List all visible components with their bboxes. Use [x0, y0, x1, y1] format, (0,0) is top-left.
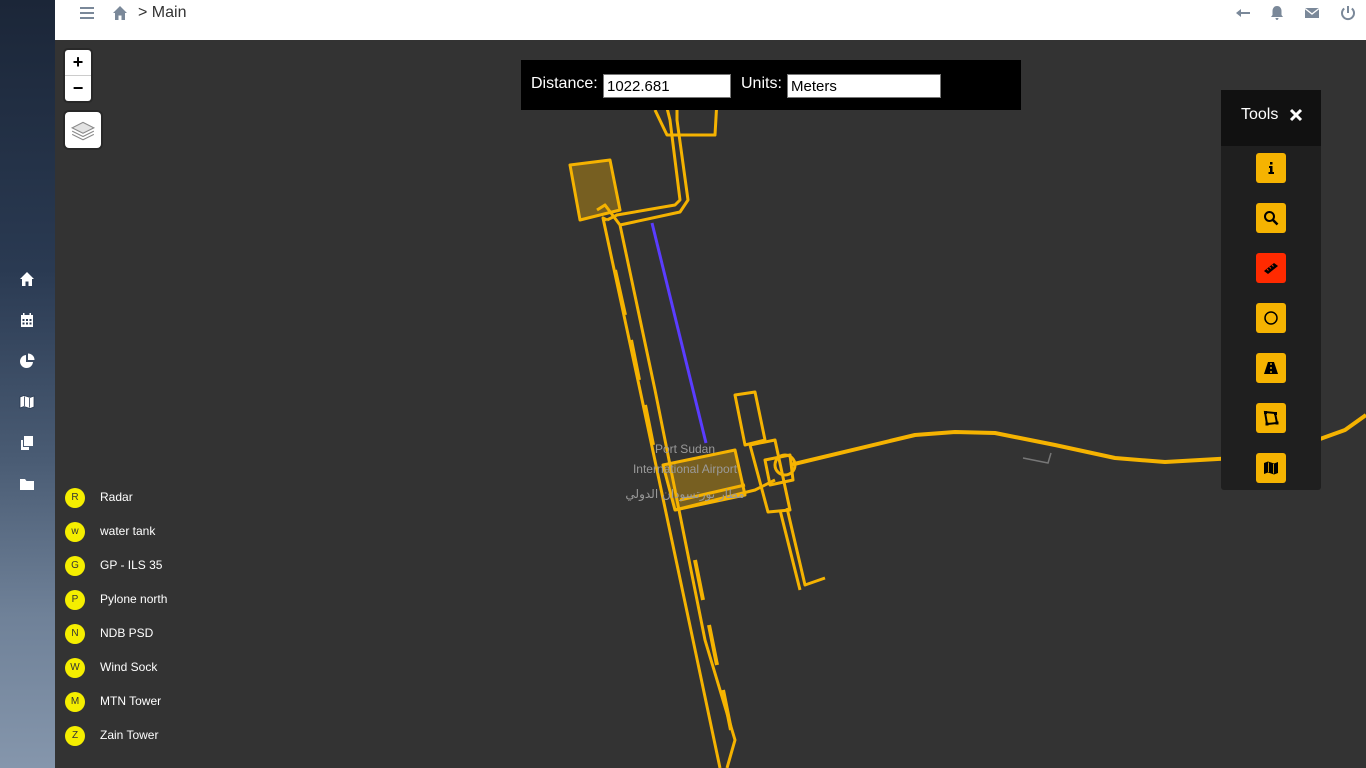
menu-icon[interactable]	[79, 5, 97, 23]
legend-marker: Z	[65, 726, 85, 746]
legend-item[interactable]: M MTN Tower	[65, 692, 225, 712]
info-tool-button[interactable]	[1256, 153, 1286, 183]
legend-item[interactable]: W Wind Sock	[65, 658, 225, 678]
distance-label: Distance:	[531, 75, 598, 92]
units-field[interactable]	[787, 74, 941, 98]
legend-marker: P	[65, 590, 85, 610]
road-tool-button[interactable]	[1256, 353, 1286, 383]
ruler-icon	[1264, 263, 1278, 274]
legend-label: Wind Sock	[100, 660, 158, 674]
zoom-out-button[interactable]: −	[65, 76, 91, 101]
map-canvas[interactable]: Port Sudan International Airport مطار بو…	[55, 40, 1366, 768]
breadcrumb-home-icon[interactable]	[112, 5, 128, 21]
search-tool-button[interactable]	[1256, 203, 1286, 233]
polygon-icon	[1263, 410, 1279, 426]
legend-item[interactable]: N NDB PSD	[65, 624, 225, 644]
polygon-tool-button[interactable]	[1256, 403, 1286, 433]
tools-panel: Tools	[1221, 90, 1321, 490]
close-icon[interactable]	[1289, 108, 1303, 122]
legend-marker: R	[65, 488, 85, 508]
legend-marker: G	[65, 556, 85, 576]
legend-label: MTN Tower	[100, 694, 162, 708]
pie-chart-icon[interactable]	[17, 351, 37, 371]
distance-field[interactable]	[603, 74, 731, 98]
calendar-icon[interactable]	[17, 310, 37, 330]
legend-item[interactable]: w water tank	[65, 522, 225, 542]
road-icon	[1264, 362, 1278, 374]
bell-icon[interactable]	[1269, 5, 1285, 21]
circle-icon	[1264, 311, 1278, 325]
map-features: Port Sudan International Airport مطار بو…	[568, 99, 1366, 768]
legend-label: Radar	[100, 490, 133, 504]
copy-icon[interactable]	[17, 433, 37, 453]
legend-item[interactable]: R Radar	[65, 488, 225, 508]
legend-label: Pylone north	[100, 592, 168, 606]
search-icon	[1264, 211, 1279, 226]
legend-label: NDB PSD	[100, 626, 154, 640]
legend-marker: w	[65, 522, 85, 542]
map-icon	[1264, 461, 1278, 475]
airport-label-arabic: مطار بورتسودان الدولي	[625, 487, 744, 502]
tools-title: Tools	[1241, 106, 1279, 123]
folder-icon[interactable]	[17, 474, 37, 494]
legend-label: Zain Tower	[100, 728, 159, 742]
envelope-icon[interactable]	[1304, 5, 1320, 21]
top-bar: > Main	[55, 0, 1366, 41]
legend-marker: M	[65, 692, 85, 712]
legend-item[interactable]: P Pylone north	[65, 590, 225, 610]
map-tool-button[interactable]	[1256, 453, 1286, 483]
layers-button[interactable]	[65, 112, 101, 148]
layers-icon	[70, 121, 96, 141]
legend-marker: N	[65, 624, 85, 644]
airport-label-line1: Port Sudan	[655, 442, 715, 456]
power-icon[interactable]	[1340, 5, 1356, 21]
legend-item[interactable]: Z Zain Tower	[65, 726, 225, 746]
legend-label: GP - ILS 35	[100, 558, 163, 572]
info-icon	[1268, 162, 1274, 174]
sidebar	[0, 0, 55, 768]
ruler-tool-button[interactable]	[1256, 253, 1286, 283]
zoom-control: + −	[65, 50, 91, 101]
breadcrumb: > Main	[138, 4, 187, 21]
legend-item[interactable]: G GP - ILS 35	[65, 556, 225, 576]
legend-label: water tank	[100, 524, 156, 538]
distance-panel: Distance: Units:	[521, 60, 1021, 110]
circle-tool-button[interactable]	[1256, 303, 1286, 333]
back-arrow-icon[interactable]	[1235, 5, 1251, 21]
map-icon[interactable]	[17, 392, 37, 412]
units-label: Units:	[741, 75, 782, 92]
legend-marker: W	[65, 658, 85, 678]
home-icon[interactable]	[17, 269, 37, 289]
tools-header: Tools	[1221, 90, 1321, 146]
airport-label-line2: International Airport	[633, 462, 738, 476]
zoom-in-button[interactable]: +	[65, 50, 91, 76]
